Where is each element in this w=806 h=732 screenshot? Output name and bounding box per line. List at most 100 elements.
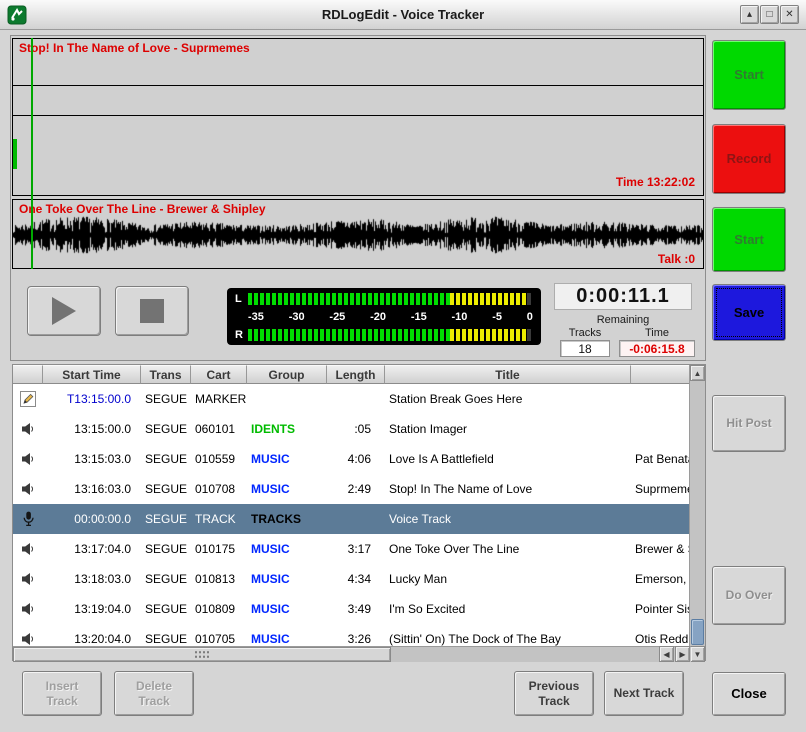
stop-button[interactable] bbox=[115, 286, 189, 336]
table-row[interactable]: 13:15:03.0SEGUE010559MUSIC4:06Love Is A … bbox=[13, 444, 691, 474]
record-button[interactable]: Record bbox=[712, 124, 786, 194]
playhead-cursor[interactable] bbox=[31, 38, 33, 269]
table-row[interactable]: T13:15:00.0SEGUEMARKERStation Break Goes… bbox=[13, 384, 691, 414]
table-row[interactable]: 13:20:04.0SEGUE010705MUSIC3:26(Sittin' O… bbox=[13, 624, 691, 646]
cell-trans: SEGUE bbox=[141, 414, 191, 444]
table-row[interactable]: 13:18:03.0SEGUE010813MUSIC4:34Lucky ManE… bbox=[13, 564, 691, 594]
close-icon[interactable]: ✕ bbox=[780, 5, 799, 24]
cell-length: 3:17 bbox=[327, 534, 385, 564]
cell-group: MUSIC bbox=[247, 594, 327, 624]
table-row[interactable]: 13:17:04.0SEGUE010175MUSIC3:17One Toke O… bbox=[13, 534, 691, 564]
cell-start-time: 13:19:04.0 bbox=[43, 594, 141, 624]
cell-group: MUSIC bbox=[247, 534, 327, 564]
cell-artist: Otis Redding bbox=[631, 624, 691, 646]
speaker-icon bbox=[13, 624, 43, 646]
waveform[interactable] bbox=[13, 215, 703, 255]
track-divider bbox=[13, 85, 703, 86]
cell-group: IDENTS bbox=[247, 414, 327, 444]
meter-scale-tick: -15 bbox=[411, 311, 427, 323]
start-track2-button[interactable]: Start bbox=[712, 207, 786, 272]
cell-length: 4:34 bbox=[327, 564, 385, 594]
cell-trans: SEGUE bbox=[141, 564, 191, 594]
column-header-start[interactable]: Start Time bbox=[43, 365, 141, 384]
cell-cart: TRACK bbox=[191, 504, 247, 534]
scroll-up-icon[interactable]: ▲ bbox=[690, 365, 705, 381]
cell-artist bbox=[631, 414, 691, 444]
cell-start-time: T13:15:00.0 bbox=[43, 384, 141, 414]
hit-post-button[interactable]: Hit Post bbox=[712, 395, 786, 452]
table-row[interactable]: 00:00:00.0SEGUETRACKTRACKSVoice Track bbox=[13, 504, 691, 534]
column-header-icon[interactable] bbox=[13, 365, 43, 384]
table-row[interactable]: 13:15:00.0SEGUE060101IDENTS:05Station Im… bbox=[13, 414, 691, 444]
cell-trans: SEGUE bbox=[141, 594, 191, 624]
cell-length: 2:49 bbox=[327, 474, 385, 504]
maximize-icon[interactable]: □ bbox=[760, 5, 779, 24]
horizontal-scrollbar[interactable]: ◀ ▶ bbox=[13, 646, 691, 662]
previous-track-button[interactable]: Previous Track bbox=[514, 671, 594, 716]
column-header-group[interactable]: Group bbox=[247, 365, 327, 384]
cell-cart: 010175 bbox=[191, 534, 247, 564]
scroll-left-icon[interactable]: ◀ bbox=[659, 646, 674, 662]
cell-start-time: 13:20:04.0 bbox=[43, 624, 141, 646]
save-button[interactable]: Save bbox=[712, 284, 786, 341]
cell-trans: SEGUE bbox=[141, 534, 191, 564]
meter-scale-tick: -10 bbox=[452, 311, 468, 323]
play-button[interactable] bbox=[27, 286, 101, 336]
scroll-down-icon[interactable]: ▼ bbox=[690, 646, 705, 662]
table-row[interactable]: 13:19:04.0SEGUE010809MUSIC3:49I'm So Exc… bbox=[13, 594, 691, 624]
track-divider bbox=[13, 115, 703, 116]
log-rows: T13:15:00.0SEGUEMARKERStation Break Goes… bbox=[13, 384, 691, 646]
next-track-button[interactable]: Next Track bbox=[604, 671, 684, 716]
meter-left-bar bbox=[248, 293, 533, 305]
meter-scale-tick: 0 bbox=[527, 311, 533, 323]
log-header: Start Time Trans Cart Group Length Title bbox=[13, 365, 691, 384]
meter-scale-tick: -25 bbox=[329, 311, 345, 323]
delete-track-button[interactable]: Delete Track bbox=[114, 671, 194, 716]
horizontal-scroll-thumb[interactable] bbox=[13, 647, 391, 662]
column-header-length[interactable]: Length bbox=[327, 365, 385, 384]
close-button[interactable]: Close bbox=[712, 672, 786, 716]
remaining-label: Remaining bbox=[554, 314, 692, 326]
scroll-right-icon[interactable]: ▶ bbox=[675, 646, 690, 662]
cell-artist: Brewer & Shipley bbox=[631, 534, 691, 564]
meter-right-bar bbox=[248, 329, 533, 341]
column-header-artist[interactable] bbox=[631, 365, 691, 384]
do-over-button[interactable]: Do Over bbox=[712, 566, 786, 625]
cell-cart: 010705 bbox=[191, 624, 247, 646]
cell-length bbox=[327, 384, 385, 414]
track1-title: Stop! In The Name of Love - Suprmemes bbox=[19, 41, 250, 55]
cell-length: :05 bbox=[327, 414, 385, 444]
waveform-panel-2[interactable]: One Toke Over The Line - Brewer & Shiple… bbox=[12, 199, 704, 269]
speaker-icon bbox=[13, 474, 43, 504]
track1-time-label: Time 13:22:02 bbox=[616, 175, 695, 189]
cell-cart: MARKER bbox=[191, 384, 247, 414]
cell-group: TRACKS bbox=[247, 504, 327, 534]
cell-artist: Pat Benatar bbox=[631, 444, 691, 474]
cell-group: MUSIC bbox=[247, 474, 327, 504]
cell-title: Lucky Man bbox=[385, 564, 631, 594]
insert-track-button[interactable]: Insert Track bbox=[22, 671, 102, 716]
vertical-scrollbar[interactable]: ▲ ▼ bbox=[689, 365, 705, 662]
cell-start-time: 13:18:03.0 bbox=[43, 564, 141, 594]
cell-title: I'm So Excited bbox=[385, 594, 631, 624]
time-remaining-value: -0:06:15.8 bbox=[619, 340, 695, 357]
cell-trans: SEGUE bbox=[141, 444, 191, 474]
column-header-trans[interactable]: Trans bbox=[141, 365, 191, 384]
cell-title: (Sittin' On) The Dock of The Bay bbox=[385, 624, 631, 646]
cell-artist: Suprmemes bbox=[631, 474, 691, 504]
vertical-scroll-thumb[interactable] bbox=[691, 619, 704, 645]
shade-icon[interactable]: ▴ bbox=[740, 5, 759, 24]
start-track1-button[interactable]: Start bbox=[712, 40, 786, 110]
time-label: Time bbox=[621, 327, 693, 339]
note-icon bbox=[13, 384, 43, 414]
table-row[interactable]: 13:16:03.0SEGUE010708MUSIC2:49Stop! In T… bbox=[13, 474, 691, 504]
tracks-remaining-value: 18 bbox=[560, 340, 610, 357]
cell-artist bbox=[631, 384, 691, 414]
voice-tracker-window: RDLogEdit - Voice Tracker ▴ □ ✕ Stop! In… bbox=[0, 0, 806, 732]
mic-icon bbox=[13, 504, 43, 534]
column-header-title[interactable]: Title bbox=[385, 365, 631, 384]
play-icon bbox=[52, 297, 76, 325]
column-header-cart[interactable]: Cart bbox=[191, 365, 247, 384]
waveform-panel-1[interactable]: Stop! In The Name of Love - Suprmemes Ti… bbox=[12, 38, 704, 196]
cell-trans: SEGUE bbox=[141, 384, 191, 414]
